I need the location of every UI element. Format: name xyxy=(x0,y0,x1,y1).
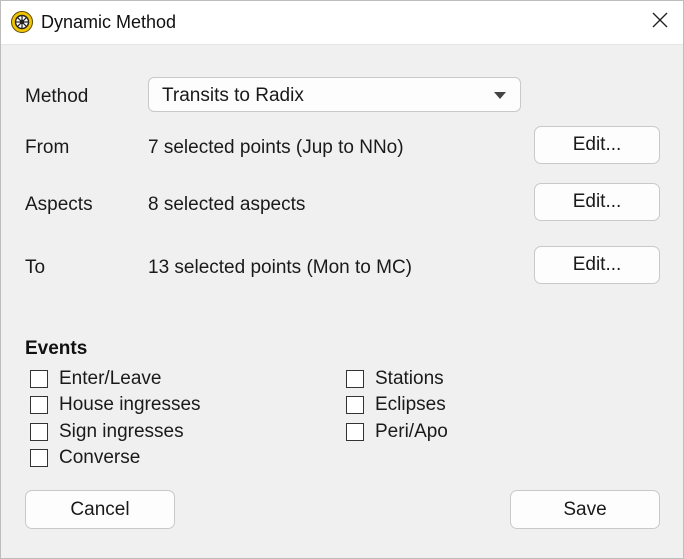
chevron-down-icon xyxy=(494,92,506,99)
cancel-button[interactable]: Cancel xyxy=(25,490,175,529)
checkbox-label: Sign ingresses xyxy=(59,421,184,442)
checkbox-box[interactable] xyxy=(30,396,48,414)
close-button[interactable] xyxy=(636,0,684,45)
to-value: 13 selected points (Mon to MC) xyxy=(148,257,413,278)
method-select-value: Transits to Radix xyxy=(162,85,304,106)
checkbox-box[interactable] xyxy=(346,370,364,388)
checkbox-house-ingresses[interactable]: House ingresses xyxy=(30,393,201,417)
aspects-value: 8 selected aspects xyxy=(148,194,306,215)
checkbox-label: Stations xyxy=(375,368,444,389)
checkbox-converse[interactable]: Converse xyxy=(30,446,140,470)
checkbox-box[interactable] xyxy=(30,423,48,441)
from-label: From xyxy=(25,137,70,158)
checkbox-label: Eclipses xyxy=(375,394,446,415)
checkbox-sign-ingresses[interactable]: Sign ingresses xyxy=(30,420,184,444)
save-button[interactable]: Save xyxy=(510,490,660,529)
checkbox-box[interactable] xyxy=(346,396,364,414)
to-label: To xyxy=(25,257,46,278)
checkbox-peri-apo[interactable]: Peri/Apo xyxy=(346,420,448,444)
edit-aspects-button[interactable]: Edit... xyxy=(534,183,660,221)
checkbox-box[interactable] xyxy=(346,423,364,441)
sun-wheel-icon xyxy=(11,11,33,33)
checkbox-box[interactable] xyxy=(30,449,48,467)
checkbox-eclipses[interactable]: Eclipses xyxy=(346,393,446,417)
checkbox-label: House ingresses xyxy=(59,394,201,415)
edit-to-button[interactable]: Edit... xyxy=(534,246,660,284)
checkbox-label: Converse xyxy=(59,447,141,468)
events-heading: Events xyxy=(25,338,88,359)
title-bar: Dynamic Method xyxy=(0,0,684,45)
checkbox-label: Enter/Leave xyxy=(59,368,162,389)
method-select[interactable]: Transits to Radix xyxy=(148,77,521,112)
close-icon xyxy=(652,12,668,33)
edit-from-button[interactable]: Edit... xyxy=(534,126,660,164)
checkbox-stations[interactable]: Stations xyxy=(346,367,444,391)
checkbox-label: Peri/Apo xyxy=(375,421,448,442)
window-title: Dynamic Method xyxy=(41,12,177,32)
method-label: Method xyxy=(25,86,89,107)
checkbox-box[interactable] xyxy=(30,370,48,388)
from-value: 7 selected points (Jup to NNo) xyxy=(148,137,404,158)
aspects-label: Aspects xyxy=(25,194,93,215)
checkbox-enter-leave[interactable]: Enter/Leave xyxy=(30,367,161,391)
